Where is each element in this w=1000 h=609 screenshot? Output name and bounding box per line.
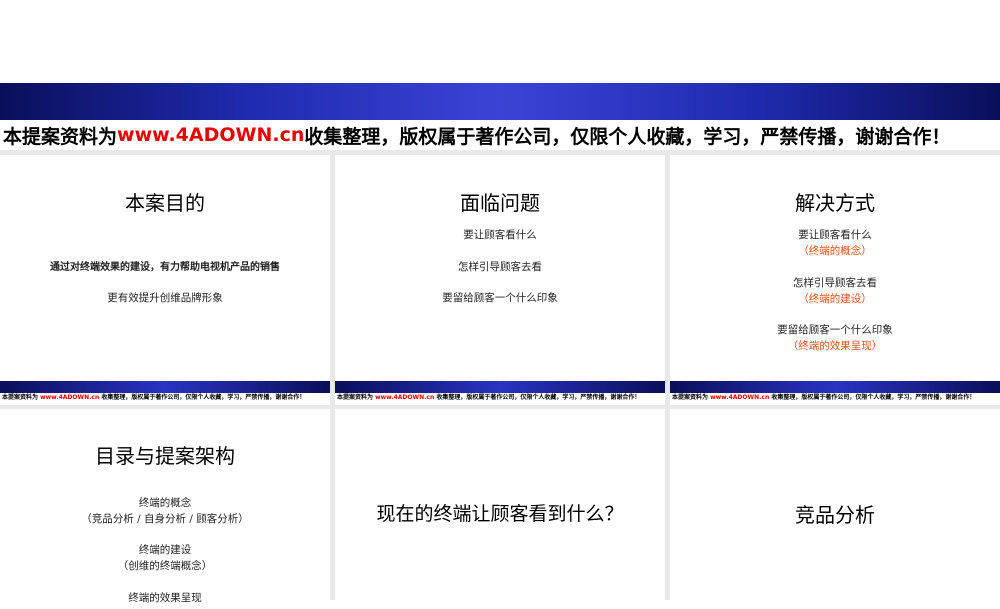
slide-thumbnail-4[interactable]: 目录与提案架构 终端的概念 （竞品分析 / 自身分析 / 顾客分析） 终端的建设… (0, 409, 330, 609)
banner-prefix: 本提案资料为 (3, 125, 118, 148)
slide-thumbnail-2[interactable]: 面临问题 要让顾客看什么 怎样引导顾客去看 要留给顾客一个什么印象 本提案资料为… (335, 155, 665, 405)
copyright-banner: 本提案资料为 www.4ADOWN.cn 收集整理，版权属于著作公司，仅限个人收… (0, 120, 1000, 150)
slide-text-line: 要让顾客看什么 (798, 229, 872, 241)
slide-footer-band (0, 381, 330, 393)
slide-title: 目录与提案架构 (95, 444, 235, 468)
banner-suffix: 收集整理，版权属于著作公司，仅限个人收藏，学习，严禁传播，谢谢合作！ (304, 125, 951, 148)
slide-footer-band (670, 381, 1000, 393)
slide-footer-banner: 本提案资料为 www.4ADOWN.cn 收集整理，版权属于著作公司，仅限个人收… (337, 394, 641, 401)
slide-text-line: 终端的建设 (138, 544, 192, 556)
slide-thumbnail-5[interactable]: 现在的终端让顾客看到什么？ (335, 409, 665, 609)
slide-title: 解决方式 (795, 191, 875, 215)
slide-title: 面临问题 (460, 191, 540, 215)
slide-thumbnail-1[interactable]: 本案目的 通过对终端效果的建设，有力帮助电视机产品的销售 更有效提升创维品牌形象… (0, 155, 330, 405)
slide-text-line: 怎样引导顾客去看 (458, 261, 542, 273)
slide-text-line: （终端的概念） (798, 245, 872, 257)
slide-text-line: （竞品分析 / 自身分析 / 顾客分析） (81, 513, 249, 525)
banner-url-link[interactable]: www.4ADOWN.cn (117, 124, 304, 146)
slide-title: 现在的终端让顾客看到什么？ (376, 503, 624, 525)
slide-footer-banner: 本提案资料为 www.4ADOWN.cn 收集整理，版权属于著作公司，仅限个人收… (2, 394, 306, 401)
slide-text-line: 更有效提升创维品牌形象 (107, 292, 223, 304)
slide-text-line: 要留给顾客一个什么印象 (777, 324, 893, 336)
slide-title: 竞品分析 (795, 503, 875, 527)
slide-thumbnail-3[interactable]: 解决方式 要让顾客看什么 （终端的概念） 怎样引导顾客去看 （终端的建设） 要留… (670, 155, 1000, 405)
slide-footer-band (335, 381, 665, 393)
header-gradient-band (0, 83, 1000, 120)
slide-thumbnail-6[interactable]: 竞品分析 (670, 409, 1000, 609)
slide-text-line: 终端的概念 (138, 497, 192, 509)
slide-text-line: 要让顾客看什么 (463, 229, 537, 241)
slide-title: 本案目的 (125, 191, 205, 215)
slide-text-line: （创维的终端概念） (117, 560, 213, 572)
slide-text-line: 怎样引导顾客去看 (793, 277, 877, 289)
slide-text-line: 通过对终端效果的建设，有力帮助电视机产品的销售 (50, 262, 280, 273)
slide-text-line: 终端的效果呈现 (128, 592, 202, 604)
slide-text-line: 要留给顾客一个什么印象 (442, 292, 558, 304)
slide-text-line: （终端的效果呈现） (787, 340, 883, 352)
slide-text-line: （终端的建设） (798, 293, 872, 305)
slide-footer-banner: 本提案资料为 www.4ADOWN.cn 收集整理，版权属于著作公司，仅限个人收… (672, 394, 976, 401)
